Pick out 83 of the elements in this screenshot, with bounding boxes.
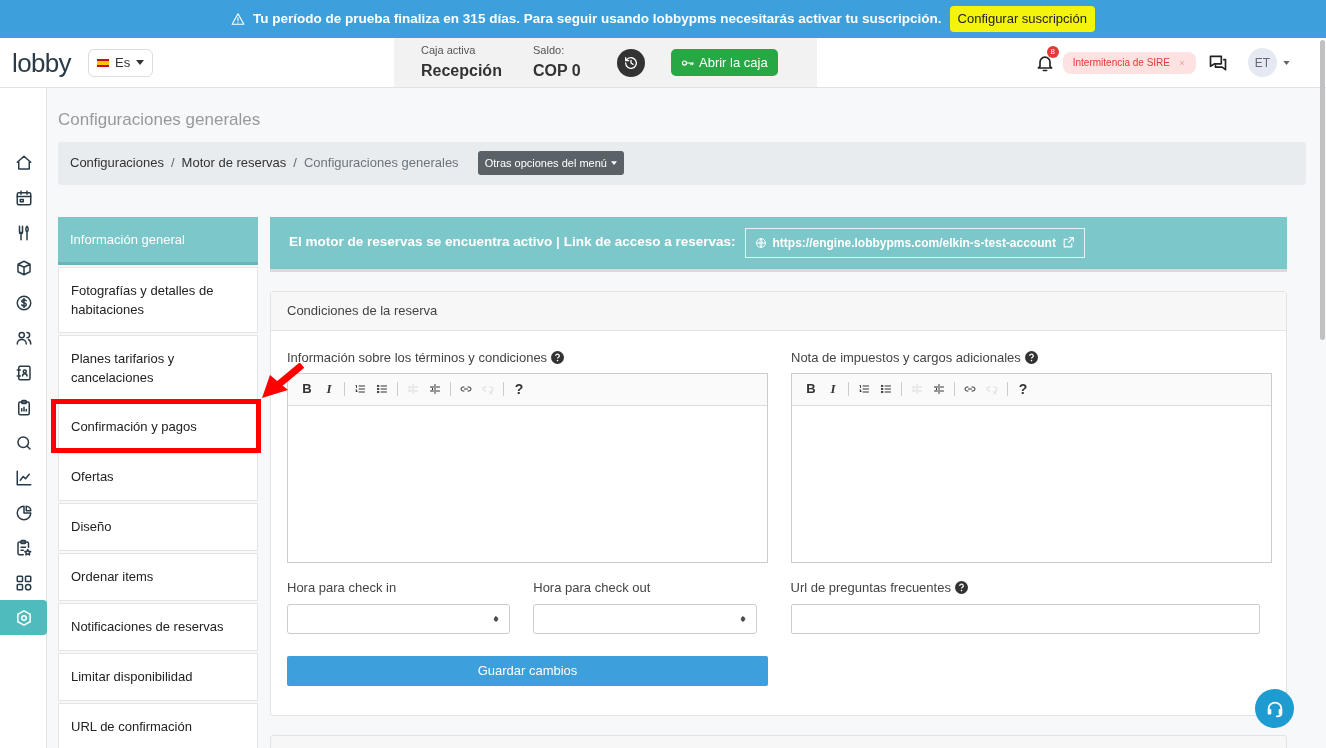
rich-text-editor[interactable]: B I ?	[287, 372, 768, 563]
help-icon	[551, 350, 565, 364]
configure-subscription-button[interactable]: Configurar suscripción	[949, 6, 1095, 32]
clipboard-star-icon	[14, 538, 33, 557]
indent-icon	[429, 383, 441, 395]
help-button[interactable]: ?	[508, 378, 530, 400]
cash-value: Recepción	[421, 60, 503, 81]
unlink-icon	[482, 383, 494, 395]
more-options-dropdown[interactable]: Otras opciones del menú	[477, 151, 624, 175]
help-button[interactable]: ?	[1012, 378, 1034, 400]
calendar-icon	[14, 188, 33, 207]
globe-icon	[754, 236, 767, 249]
breadcrumb-link[interactable]: Configuraciones	[70, 153, 164, 173]
field-label: Información sobre los términos y condiciones	[287, 347, 768, 368]
unlink-icon	[986, 383, 998, 395]
outdent-icon	[911, 383, 923, 395]
breadcrumb-separator: /	[293, 154, 297, 173]
breadcrumb-current: Configuraciones generales	[303, 154, 459, 173]
numbered-list-icon	[354, 383, 366, 395]
box-icon	[14, 258, 33, 277]
settings-menu-item[interactable]: Planes tarifarios y cancelaciones	[58, 334, 258, 401]
caret-icon	[610, 161, 617, 165]
settings-menu-item[interactable]: Fotografías y detalles de habitaciones	[58, 266, 258, 333]
select-field[interactable]	[287, 604, 511, 634]
settings-menu-item[interactable]: Confirmación y pagos	[58, 402, 258, 451]
page-title: Configuraciones generales	[58, 109, 262, 131]
field-label: Nota de impuestos y cargos adicionales	[791, 347, 1272, 368]
settings-menu-item[interactable]: Notificaciones de reservas	[58, 602, 258, 651]
link-icon	[964, 383, 976, 395]
search-icon	[14, 433, 33, 452]
bold-button[interactable]: B	[296, 378, 318, 400]
field-label: Hora para check in	[287, 578, 398, 597]
bullet-list-icon	[376, 383, 388, 395]
settings-menu-item[interactable]: Ordenar items	[58, 552, 258, 601]
help-icon	[954, 580, 968, 594]
settings-menu-item[interactable]: URL de confirmación	[58, 702, 258, 748]
settings-menu-item[interactable]: Ofertas	[58, 452, 258, 501]
caret-icon	[136, 60, 145, 65]
italic-button[interactable]: I	[822, 378, 844, 400]
input-field[interactable]	[790, 604, 1260, 634]
settings-menu-item[interactable]: Limitar disponibilidad	[58, 652, 258, 701]
alert-text: Intermitencia de SIRE	[1072, 56, 1170, 70]
balance-value: COP 0	[533, 60, 582, 81]
bullet-list-icon	[880, 383, 892, 395]
history-button[interactable]	[617, 48, 645, 77]
trial-message: Tu período de prueba finaliza en 315 días. Para seguir usando lobbypms necesitarás activar tu suscripción.	[253, 9, 942, 28]
outdent-icon	[407, 383, 419, 395]
support-button[interactable]	[1255, 689, 1294, 728]
link-icon	[460, 383, 472, 395]
breadcrumb-separator: /	[170, 154, 175, 173]
indent-icon	[933, 383, 945, 395]
warning-icon	[231, 12, 246, 26]
numbered-list-icon	[858, 383, 870, 395]
grid-icon	[14, 573, 33, 592]
language-dropdown[interactable]: Es	[88, 48, 154, 77]
spain-flag-icon	[97, 58, 109, 67]
annotation-arrow	[262, 363, 304, 399]
history-icon	[623, 54, 639, 71]
rich-text-editor[interactable]: B I ?	[791, 372, 1272, 563]
help-icon	[1024, 350, 1038, 364]
home-icon	[14, 153, 33, 172]
pie-chart-icon	[14, 503, 33, 522]
close-icon	[1178, 58, 1186, 67]
logo: lobby	[12, 49, 73, 76]
settings-menu-item[interactable]: Diseño	[58, 502, 258, 551]
line-chart-icon	[14, 468, 33, 487]
caret-icon	[1283, 60, 1290, 65]
cash-label: Caja activa	[421, 43, 477, 59]
user-avatar[interactable]: ET	[1248, 48, 1277, 77]
select-field[interactable]	[533, 604, 757, 634]
italic-button[interactable]: I	[318, 378, 340, 400]
field-label: Hora para check out	[533, 578, 652, 597]
card-title: Condiciones de la reserva	[287, 301, 438, 320]
external-link-icon	[1061, 236, 1075, 249]
breadcrumb-link[interactable]: Motor de reservas	[181, 153, 287, 173]
engine-status-text: El motor de reservas se encuentra activo | Link de acceso a reservas:	[289, 233, 736, 252]
dollar-icon	[14, 293, 33, 312]
balance-label: Saldo:	[533, 43, 566, 59]
settings-icon	[14, 608, 33, 627]
notification-count: 8	[1046, 45, 1059, 58]
bold-button[interactable]: B	[800, 378, 822, 400]
field-label: Url de preguntas frecuentes	[790, 577, 1260, 597]
contacts-book-icon	[14, 363, 33, 382]
